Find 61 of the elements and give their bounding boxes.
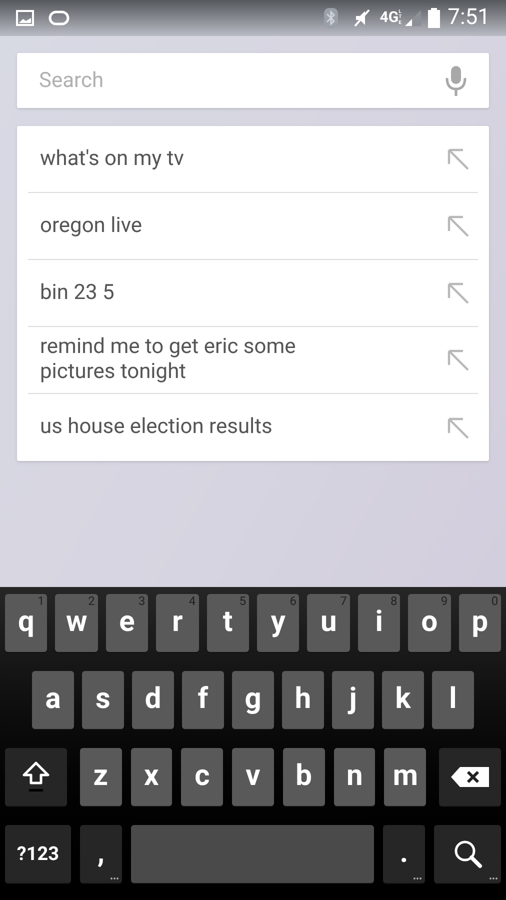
suggestion-item[interactable]: remind me to get eric some pictures tonight	[28, 327, 478, 394]
shift-icon	[22, 761, 50, 793]
key[interactable]: j	[332, 671, 374, 729]
key[interactable]: i 8	[358, 594, 400, 652]
arrow-up-left-icon[interactable]	[446, 281, 470, 305]
key-hint: 4	[188, 595, 196, 607]
key[interactable]: o 9	[408, 594, 451, 652]
mic-icon[interactable]	[445, 65, 467, 97]
key[interactable]: b	[282, 748, 325, 806]
key[interactable]: ,	[80, 825, 122, 883]
suggestion-item[interactable]: oregon live	[28, 193, 478, 260]
signal-icon	[404, 9, 422, 27]
arrow-up-left-icon[interactable]	[446, 147, 470, 171]
arrow-up-left-icon[interactable]	[446, 214, 470, 238]
key-hint: 3	[138, 595, 146, 607]
delete-key[interactable]	[439, 748, 501, 806]
arrow-up-left-icon[interactable]	[446, 416, 470, 440]
key[interactable]: l	[432, 671, 474, 729]
suggestion-item[interactable]: bin 23 5	[28, 260, 478, 327]
search-icon	[452, 839, 482, 869]
key[interactable]: n	[334, 748, 376, 806]
key[interactable]: z	[80, 748, 122, 806]
backspace-icon	[451, 767, 490, 787]
key[interactable]: d	[132, 671, 174, 729]
key-hint: 6	[290, 595, 296, 607]
space-key[interactable]	[131, 825, 374, 883]
key[interactable]: p 0	[458, 594, 502, 652]
key[interactable]: g	[232, 671, 274, 729]
battery-icon	[428, 8, 440, 28]
key[interactable]: v	[232, 748, 274, 806]
suggestion-item[interactable]: us house election results	[28, 394, 478, 461]
key[interactable]: e 3	[106, 594, 148, 652]
symbols-key[interactable]: ?123	[5, 825, 71, 883]
key[interactable]: .	[383, 825, 425, 883]
key-hint: 2	[88, 595, 95, 607]
key-hint: 0	[491, 595, 498, 607]
key[interactable]: a	[32, 671, 74, 729]
search-field[interactable]: Search	[17, 53, 489, 108]
mute-icon	[352, 8, 372, 28]
clock-time: 7:51	[448, 7, 490, 29]
key[interactable]: u 7	[307, 594, 350, 652]
key[interactable]: y 6	[257, 594, 300, 652]
suggestion-item[interactable]: what's on my tv	[28, 126, 478, 193]
key[interactable]: w 2	[55, 594, 98, 652]
key-hint: 7	[340, 595, 347, 607]
shift-key[interactable]	[5, 748, 67, 806]
key[interactable]: s	[82, 671, 124, 729]
arrow-up-left-icon[interactable]	[446, 348, 470, 372]
key-hint: 9	[440, 595, 448, 607]
network-label: 4G	[380, 10, 399, 25]
bluetooth-icon	[324, 8, 338, 28]
key[interactable]: r 4	[156, 594, 199, 652]
key[interactable]: k	[382, 671, 424, 729]
key[interactable]: h	[282, 671, 324, 729]
key[interactable]: f	[182, 671, 224, 729]
key[interactable]: c	[181, 748, 224, 806]
key-hint: 8	[390, 595, 398, 607]
search-key[interactable]	[434, 825, 501, 883]
image-icon	[16, 10, 34, 26]
key[interactable]: x	[130, 748, 172, 806]
key[interactable]: m	[384, 748, 426, 806]
